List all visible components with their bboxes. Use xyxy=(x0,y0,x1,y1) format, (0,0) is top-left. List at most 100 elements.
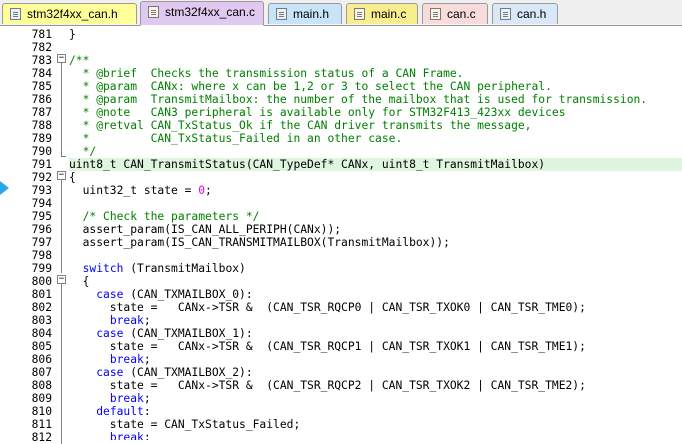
code-token: (CAN_TXMAILBOX_1): xyxy=(123,327,253,340)
line-number: 785 xyxy=(31,80,52,93)
code-token: : xyxy=(143,405,151,418)
tab-stm32f4xx-can-c[interactable]: stm32f4xx_can.c xyxy=(140,1,264,26)
file-tab-bar: stm32f4xx_can.h stm32f4xx_can.c main.h m… xyxy=(0,0,682,26)
source-file-icon xyxy=(430,8,441,20)
code-line[interactable]: break; xyxy=(69,392,682,405)
tab-can-h[interactable]: can.h xyxy=(492,3,558,24)
code-line[interactable]: break; xyxy=(69,431,682,440)
fold-guide xyxy=(61,180,62,273)
code-token: assert_param(IS_CAN_ALL_PERIPH(CANx)); xyxy=(69,223,342,236)
line-number: 782 xyxy=(31,41,52,54)
tab-label: can.h xyxy=(517,7,547,21)
header-file-icon xyxy=(10,8,21,20)
line-number: 804 xyxy=(31,327,52,340)
line-number: 806 xyxy=(31,353,52,366)
code-token: * @note CAN3 peripheral is available onl… xyxy=(69,106,566,119)
fold-toggle-icon[interactable]: − xyxy=(57,275,66,284)
fold-guide xyxy=(61,63,62,156)
code-line[interactable]: * @note CAN3 peripheral is available onl… xyxy=(69,106,682,119)
code-token: uint8_t CAN_TransmitStatus(CAN_TypeDef* … xyxy=(69,158,546,171)
code-line[interactable]: /** xyxy=(69,54,682,67)
code-token: } xyxy=(69,28,76,41)
line-number: 809 xyxy=(31,392,52,405)
line-number: 783 xyxy=(31,54,52,67)
fold-guide xyxy=(61,284,62,444)
tab-main-c[interactable]: main.c xyxy=(346,3,418,24)
code-editor[interactable]: } /** * @brief Checks the transmission st… xyxy=(69,26,682,440)
code-token: ; xyxy=(143,353,151,366)
tab-label: main.h xyxy=(293,7,330,21)
line-number: 798 xyxy=(31,249,52,262)
code-line[interactable]: { xyxy=(69,275,682,288)
code-line[interactable]: case (CAN_TXMAILBOX_0): xyxy=(69,288,682,301)
code-token: ; xyxy=(143,314,151,327)
code-line[interactable]: * @param TransmitMailbox: the number of … xyxy=(69,93,682,106)
code-token: case xyxy=(96,288,124,301)
code-token: state = CANx->TSR & (CAN_TSR_RQCP0 | CAN… xyxy=(69,301,586,314)
code-line[interactable]: default: xyxy=(69,405,682,418)
line-number: 802 xyxy=(31,301,52,314)
line-number: 808 xyxy=(31,379,52,392)
code-line[interactable]: state = CANx->TSR & (CAN_TSR_RQCP0 | CAN… xyxy=(69,301,682,314)
code-token: ; xyxy=(205,184,212,197)
code-token: * @retval CAN_TxStatus_Ok if the CAN dri… xyxy=(69,119,532,132)
header-file-icon xyxy=(500,8,511,20)
code-line[interactable]: uint32_t state = 0; xyxy=(69,184,682,197)
line-number-gutter[interactable]: − − − 781 782 783 784 785 786 787 788 789 790 791 7… xyxy=(0,26,68,444)
code-token: /* Check the parameters */ xyxy=(82,210,260,223)
code-line[interactable]: case (CAN_TXMAILBOX_1): xyxy=(69,327,682,340)
code-token: case xyxy=(96,327,124,340)
code-line[interactable]: /* Check the parameters */ xyxy=(69,210,682,223)
code-token: break xyxy=(109,431,144,440)
code-line[interactable]: assert_param(IS_CAN_TRANSMITMAILBOX(Tran… xyxy=(69,236,682,249)
tab-main-h[interactable]: main.h xyxy=(268,3,342,24)
code-token: break xyxy=(109,353,144,366)
tab-stm32f4xx-can-h[interactable]: stm32f4xx_can.h xyxy=(2,3,137,24)
code-line[interactable]: assert_param(IS_CAN_ALL_PERIPH(CANx)); xyxy=(69,223,682,236)
code-line[interactable]: } xyxy=(69,28,682,41)
line-number: 792 xyxy=(31,171,52,184)
line-number: 801 xyxy=(31,288,52,301)
code-line[interactable]: * CAN_TxStatus_Failed in an other case. xyxy=(69,132,682,145)
line-number: 786 xyxy=(31,93,52,106)
code-token: (CAN_TXMAILBOX_0): xyxy=(123,288,253,301)
fold-toggle-icon[interactable]: − xyxy=(57,54,66,63)
code-line[interactable] xyxy=(69,41,682,54)
code-token: /** xyxy=(69,54,90,67)
source-file-icon xyxy=(148,6,159,18)
code-line[interactable]: break; xyxy=(69,353,682,366)
line-number: 810 xyxy=(31,405,52,418)
line-number: 784 xyxy=(31,67,52,80)
tab-can-c[interactable]: can.c xyxy=(422,3,488,24)
code-line[interactable] xyxy=(69,197,682,210)
line-number: 797 xyxy=(31,236,52,249)
code-line[interactable]: break; xyxy=(69,314,682,327)
code-line[interactable]: */ xyxy=(69,145,682,158)
code-line[interactable]: * @brief Checks the transmission status … xyxy=(69,67,682,80)
line-number: 807 xyxy=(31,366,52,379)
code-line[interactable]: switch (TransmitMailbox) xyxy=(69,262,682,275)
line-number: 790 xyxy=(31,145,52,158)
code-token: * @brief Checks the transmission status … xyxy=(69,67,464,80)
fold-end-marker xyxy=(61,156,66,157)
code-line[interactable] xyxy=(69,249,682,262)
code-token: ; xyxy=(143,392,151,405)
code-line[interactable]: * @param CANx: where x can be 1,2 or 3 t… xyxy=(69,80,682,93)
code-line[interactable]: { xyxy=(69,171,682,184)
code-line[interactable]: * @retval CAN_TxStatus_Ok if the CAN dri… xyxy=(69,119,682,132)
tab-label: stm32f4xx_can.c xyxy=(165,5,256,19)
source-file-icon xyxy=(354,8,365,20)
code-line[interactable]: state = CAN_TxStatus_Failed; xyxy=(69,418,682,431)
code-line[interactable]: state = CANx->TSR & (CAN_TSR_RQCP2 | CAN… xyxy=(69,379,682,392)
code-line[interactable]: state = CANx->TSR & (CAN_TSR_RQCP1 | CAN… xyxy=(69,340,682,353)
header-file-icon xyxy=(276,8,287,20)
code-line[interactable]: uint8_t CAN_TransmitStatus(CAN_TypeDef* … xyxy=(69,158,682,171)
fold-toggle-icon[interactable]: − xyxy=(57,171,66,180)
code-line[interactable]: case (CAN_TXMAILBOX_2): xyxy=(69,366,682,379)
